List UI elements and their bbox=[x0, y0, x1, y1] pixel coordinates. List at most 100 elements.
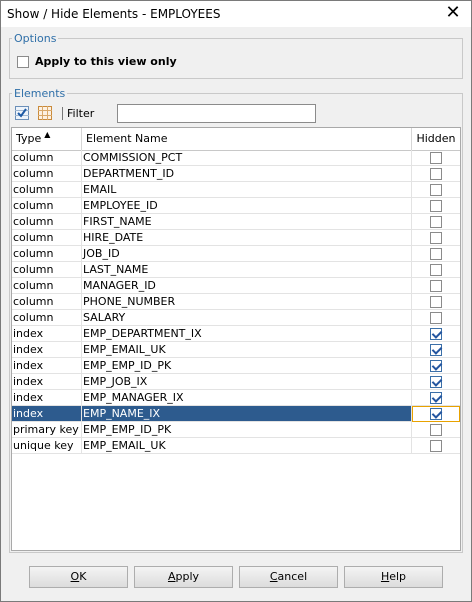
row-element-name: HIRE_DATE bbox=[82, 230, 412, 246]
help-mnemonic: H bbox=[380, 570, 390, 583]
table-row[interactable]: column HIRE_DATE bbox=[12, 230, 460, 246]
row-hidden-cell bbox=[412, 326, 460, 342]
check-all-icon[interactable] bbox=[15, 106, 29, 120]
column-header-type[interactable]: Type ▲ bbox=[12, 128, 82, 150]
hidden-checkbox[interactable] bbox=[430, 344, 442, 356]
table-row[interactable]: index EMP_EMP_ID_PK bbox=[12, 358, 460, 374]
hidden-checkbox[interactable] bbox=[430, 424, 442, 436]
toolbar-separator bbox=[62, 107, 63, 120]
table-row[interactable]: column COMMISSION_PCT bbox=[12, 150, 460, 166]
row-type: column bbox=[12, 182, 82, 198]
column-header-hidden[interactable]: Hidden bbox=[412, 128, 460, 150]
row-type: column bbox=[12, 230, 82, 246]
table-row[interactable]: column JOB_ID bbox=[12, 246, 460, 262]
row-element-name: DEPARTMENT_ID bbox=[82, 166, 412, 182]
row-element-name: EMP_EMP_ID_PK bbox=[82, 422, 412, 438]
row-type: index bbox=[12, 326, 82, 342]
table-row[interactable]: unique key EMP_EMAIL_UK bbox=[12, 438, 460, 454]
filter-label: Filter bbox=[67, 107, 95, 120]
hidden-checkbox[interactable] bbox=[430, 168, 442, 180]
table-row[interactable]: index EMP_DEPARTMENT_IX bbox=[12, 326, 460, 342]
table-row[interactable]: column FIRST_NAME bbox=[12, 214, 460, 230]
row-element-name: SALARY bbox=[82, 310, 412, 326]
row-element-name: EMPLOYEE_ID bbox=[82, 198, 412, 214]
hidden-checkbox[interactable] bbox=[430, 376, 442, 388]
table-row[interactable]: index EMP_EMAIL_UK bbox=[12, 342, 460, 358]
row-hidden-cell bbox=[412, 358, 460, 374]
table-row[interactable]: column SALARY bbox=[12, 310, 460, 326]
row-type: index bbox=[12, 342, 82, 358]
hidden-checkbox[interactable] bbox=[430, 216, 442, 228]
row-element-name: JOB_ID bbox=[82, 246, 412, 262]
hidden-checkbox[interactable] bbox=[430, 264, 442, 276]
row-hidden-cell bbox=[412, 214, 460, 230]
hidden-checkbox[interactable] bbox=[430, 232, 442, 244]
hidden-checkbox[interactable] bbox=[430, 248, 442, 260]
row-type: index bbox=[12, 390, 82, 406]
table-row[interactable]: index EMP_MANAGER_IX bbox=[12, 390, 460, 406]
row-element-name: EMP_EMAIL_UK bbox=[82, 342, 412, 358]
row-element-name: EMP_EMAIL_UK bbox=[82, 438, 412, 454]
table-row[interactable]: column DEPARTMENT_ID bbox=[12, 166, 460, 182]
cancel-button[interactable]: Cancel bbox=[239, 566, 338, 588]
table-row[interactable]: column EMAIL bbox=[12, 182, 460, 198]
row-element-name: LAST_NAME bbox=[82, 262, 412, 278]
uncheck-all-icon[interactable] bbox=[38, 106, 52, 120]
hidden-checkbox[interactable] bbox=[430, 360, 442, 372]
row-hidden-cell bbox=[412, 150, 460, 166]
row-hidden-cell bbox=[412, 342, 460, 358]
apply-button[interactable]: Apply bbox=[134, 566, 233, 588]
table-row[interactable]: column LAST_NAME bbox=[12, 262, 460, 278]
table-row[interactable]: column PHONE_NUMBER bbox=[12, 294, 460, 310]
table-row[interactable]: column EMPLOYEE_ID bbox=[12, 198, 460, 214]
row-hidden-cell bbox=[412, 374, 460, 390]
row-hidden-cell bbox=[412, 294, 460, 310]
apply-to-view-checkbox[interactable]: Apply to this view only bbox=[17, 55, 177, 68]
row-hidden-cell bbox=[412, 422, 460, 438]
row-element-name: EMP_MANAGER_IX bbox=[82, 390, 412, 406]
filter-input[interactable] bbox=[117, 104, 316, 123]
checkbox-icon[interactable] bbox=[17, 55, 29, 68]
row-element-name: EMAIL bbox=[82, 182, 412, 198]
table-row[interactable]: index EMP_NAME_IX bbox=[12, 406, 460, 422]
help-button[interactable]: Help bbox=[344, 566, 443, 588]
hidden-checkbox[interactable] bbox=[430, 152, 442, 164]
table-row[interactable]: index EMP_JOB_IX bbox=[12, 374, 460, 390]
column-header-hidden-label: Hidden bbox=[416, 132, 456, 145]
hidden-checkbox[interactable] bbox=[430, 280, 442, 292]
hidden-checkbox[interactable] bbox=[430, 408, 442, 420]
row-type: column bbox=[12, 214, 82, 230]
table-body: column COMMISSION_PCT column DEPARTMENT_ID c… bbox=[12, 150, 460, 454]
row-element-name: PHONE_NUMBER bbox=[82, 294, 412, 310]
ok-label: K bbox=[79, 570, 87, 583]
hidden-checkbox[interactable] bbox=[430, 392, 442, 404]
row-type: index bbox=[12, 374, 82, 390]
apply-to-view-label: Apply to this view only bbox=[35, 55, 177, 68]
hidden-checkbox[interactable] bbox=[430, 440, 442, 452]
hidden-checkbox[interactable] bbox=[430, 296, 442, 308]
row-hidden-cell bbox=[412, 182, 460, 198]
hidden-checkbox[interactable] bbox=[430, 328, 442, 340]
column-header-name[interactable]: Element Name bbox=[82, 128, 412, 150]
elements-legend: Elements bbox=[14, 87, 66, 100]
row-hidden-cell bbox=[412, 310, 460, 326]
hidden-checkbox[interactable] bbox=[430, 200, 442, 212]
row-hidden-cell bbox=[412, 278, 460, 294]
ok-button[interactable]: OK bbox=[29, 566, 128, 588]
cancel-label: ancel bbox=[277, 570, 308, 583]
cancel-mnemonic: C bbox=[269, 570, 278, 583]
row-type: primary key bbox=[12, 422, 82, 438]
hidden-checkbox[interactable] bbox=[430, 312, 442, 324]
row-type: column bbox=[12, 246, 82, 262]
table-row[interactable]: column MANAGER_ID bbox=[12, 278, 460, 294]
row-element-name: EMP_DEPARTMENT_IX bbox=[82, 326, 412, 342]
apply-label: pply bbox=[175, 570, 200, 583]
dialog-window: Show / Hide Elements - EMPLOYEES ✕ Optio… bbox=[0, 0, 472, 602]
row-type: column bbox=[12, 150, 82, 166]
ok-mnemonic: O bbox=[70, 570, 80, 583]
close-icon[interactable]: ✕ bbox=[443, 3, 463, 23]
row-hidden-cell bbox=[412, 438, 460, 454]
hidden-checkbox[interactable] bbox=[430, 184, 442, 196]
table-row[interactable]: primary key EMP_EMP_ID_PK bbox=[12, 422, 460, 438]
row-type: column bbox=[12, 198, 82, 214]
